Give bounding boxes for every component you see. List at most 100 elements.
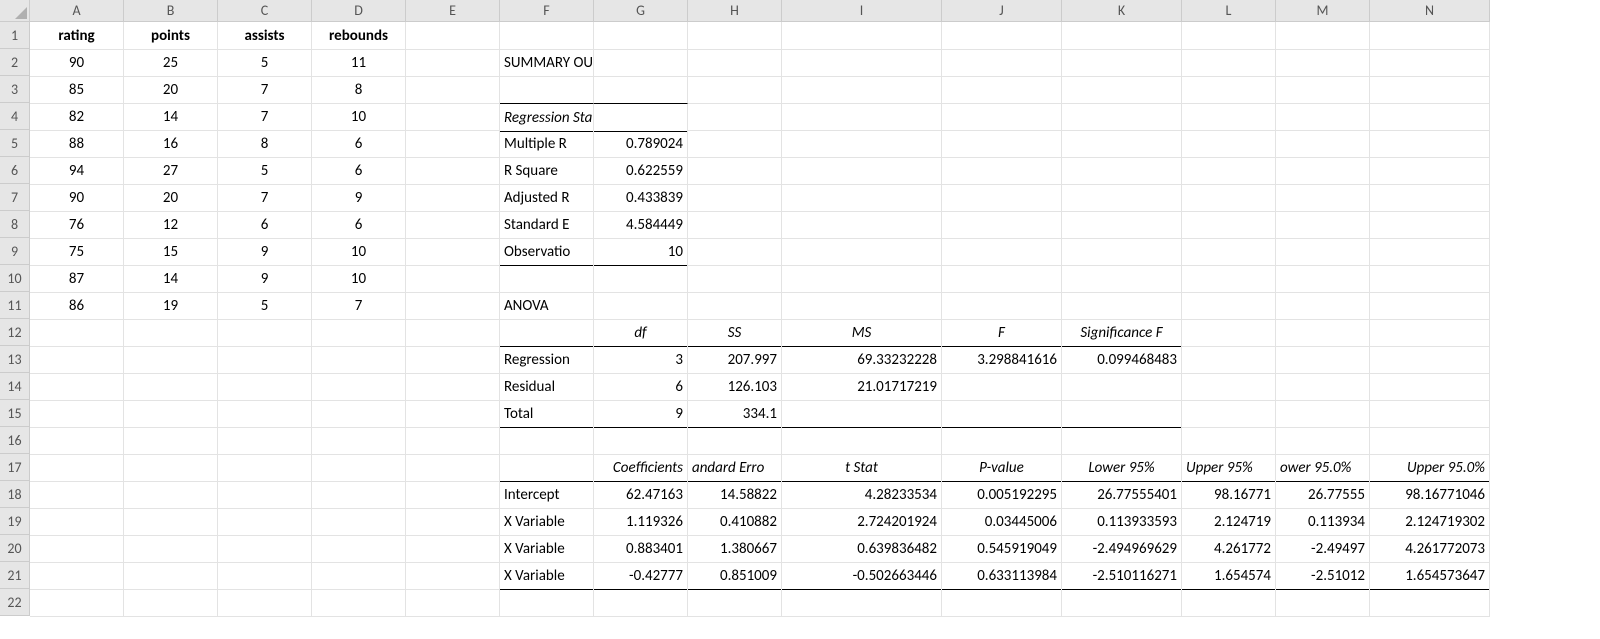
cell-F19[interactable]: X Variable bbox=[500, 508, 594, 536]
cell-C19[interactable] bbox=[218, 508, 312, 536]
cell-E17[interactable] bbox=[406, 454, 500, 482]
column-header[interactable]: N bbox=[1370, 0, 1490, 22]
column-header[interactable]: B bbox=[124, 0, 218, 22]
column-header[interactable]: H bbox=[688, 0, 782, 22]
cell-E10[interactable] bbox=[406, 265, 500, 293]
cell-M15[interactable] bbox=[1276, 400, 1370, 428]
cell-D12[interactable] bbox=[312, 319, 406, 347]
cell-I20[interactable]: 0.639836482 bbox=[782, 535, 942, 563]
cell-N14[interactable] bbox=[1370, 373, 1490, 401]
cell-M4[interactable] bbox=[1276, 103, 1370, 131]
cell-A1[interactable]: rating bbox=[30, 22, 124, 50]
cell-K5[interactable] bbox=[1062, 130, 1182, 158]
cell-F15[interactable]: Total bbox=[500, 400, 594, 428]
cell-G10[interactable] bbox=[594, 265, 688, 293]
cell-G8[interactable]: 4.584449 bbox=[594, 211, 688, 239]
cell-G17[interactable]: Coefficients bbox=[594, 454, 688, 482]
cell-E1[interactable] bbox=[406, 22, 500, 50]
cell-D6[interactable]: 6 bbox=[312, 157, 406, 185]
cell-F18[interactable]: Intercept bbox=[500, 481, 594, 509]
row-header[interactable]: 13 bbox=[0, 346, 30, 373]
cell-M22[interactable] bbox=[1276, 589, 1370, 617]
cell-L8[interactable] bbox=[1182, 211, 1276, 239]
row-header[interactable]: 14 bbox=[0, 373, 30, 400]
cell-D3[interactable]: 8 bbox=[312, 76, 406, 104]
cell-M3[interactable] bbox=[1276, 76, 1370, 104]
cell-C15[interactable] bbox=[218, 400, 312, 428]
cell-G20[interactable]: 0.883401 bbox=[594, 535, 688, 563]
cell-N22[interactable] bbox=[1370, 589, 1490, 617]
cell-N3[interactable] bbox=[1370, 76, 1490, 104]
cell-L1[interactable] bbox=[1182, 22, 1276, 50]
cell-K17[interactable]: Lower 95% bbox=[1062, 454, 1182, 482]
cell-F7[interactable]: Adjusted R bbox=[500, 184, 594, 212]
cell-H3[interactable] bbox=[688, 76, 782, 104]
cell-E18[interactable] bbox=[406, 481, 500, 509]
cell-A20[interactable] bbox=[30, 535, 124, 563]
cell-M7[interactable] bbox=[1276, 184, 1370, 212]
cell-J16[interactable] bbox=[942, 427, 1062, 455]
cell-C22[interactable] bbox=[218, 589, 312, 617]
cell-K14[interactable] bbox=[1062, 373, 1182, 401]
cell-K20[interactable]: -2.494969629 bbox=[1062, 535, 1182, 563]
cell-G19[interactable]: 1.119326 bbox=[594, 508, 688, 536]
cell-C14[interactable] bbox=[218, 373, 312, 401]
cell-B14[interactable] bbox=[124, 373, 218, 401]
cell-C10[interactable]: 9 bbox=[218, 265, 312, 293]
cell-M9[interactable] bbox=[1276, 238, 1370, 266]
cell-N7[interactable] bbox=[1370, 184, 1490, 212]
cell-M12[interactable] bbox=[1276, 319, 1370, 347]
cell-B18[interactable] bbox=[124, 481, 218, 509]
cell-D7[interactable]: 9 bbox=[312, 184, 406, 212]
cell-C11[interactable]: 5 bbox=[218, 292, 312, 320]
cell-N20[interactable]: 4.261772073 bbox=[1370, 535, 1490, 563]
cell-F22[interactable] bbox=[500, 589, 594, 617]
row-header[interactable]: 6 bbox=[0, 157, 30, 184]
cell-C8[interactable]: 6 bbox=[218, 211, 312, 239]
column-header[interactable]: I bbox=[782, 0, 942, 22]
cell-A14[interactable] bbox=[30, 373, 124, 401]
cell-L17[interactable]: Upper 95% bbox=[1182, 454, 1276, 482]
row-header[interactable]: 4 bbox=[0, 103, 30, 130]
cell-B22[interactable] bbox=[124, 589, 218, 617]
cell-M19[interactable]: 0.113934 bbox=[1276, 508, 1370, 536]
cell-M11[interactable] bbox=[1276, 292, 1370, 320]
cell-G14[interactable]: 6 bbox=[594, 373, 688, 401]
cell-C16[interactable] bbox=[218, 427, 312, 455]
cell-I16[interactable] bbox=[782, 427, 942, 455]
cell-L22[interactable] bbox=[1182, 589, 1276, 617]
cell-D19[interactable] bbox=[312, 508, 406, 536]
cell-J2[interactable] bbox=[942, 49, 1062, 77]
cell-G15[interactable]: 9 bbox=[594, 400, 688, 428]
cell-D15[interactable] bbox=[312, 400, 406, 428]
cell-F1[interactable] bbox=[500, 22, 594, 50]
cell-L12[interactable] bbox=[1182, 319, 1276, 347]
cell-M21[interactable]: -2.51012 bbox=[1276, 562, 1370, 590]
cell-A15[interactable] bbox=[30, 400, 124, 428]
cell-H14[interactable]: 126.103 bbox=[688, 373, 782, 401]
cell-I12[interactable]: MS bbox=[782, 319, 942, 347]
cell-D21[interactable] bbox=[312, 562, 406, 590]
cell-I17[interactable]: t Stat bbox=[782, 454, 942, 482]
cell-I9[interactable] bbox=[782, 238, 942, 266]
cell-G6[interactable]: 0.622559 bbox=[594, 157, 688, 185]
cell-L13[interactable] bbox=[1182, 346, 1276, 374]
cell-I13[interactable]: 69.33232228 bbox=[782, 346, 942, 374]
cell-E5[interactable] bbox=[406, 130, 500, 158]
cell-L2[interactable] bbox=[1182, 49, 1276, 77]
cell-D20[interactable] bbox=[312, 535, 406, 563]
cell-J3[interactable] bbox=[942, 76, 1062, 104]
cell-K13[interactable]: 0.099468483 bbox=[1062, 346, 1182, 374]
cell-L4[interactable] bbox=[1182, 103, 1276, 131]
cell-J17[interactable]: P-value bbox=[942, 454, 1062, 482]
cell-C2[interactable]: 5 bbox=[218, 49, 312, 77]
cell-J9[interactable] bbox=[942, 238, 1062, 266]
spreadsheet-grid[interactable]: ABCDEFGHIJKLMN1ratingpointsassistsreboun… bbox=[0, 0, 1600, 616]
cell-N11[interactable] bbox=[1370, 292, 1490, 320]
cell-M8[interactable] bbox=[1276, 211, 1370, 239]
cell-G3[interactable] bbox=[594, 76, 688, 104]
cell-L9[interactable] bbox=[1182, 238, 1276, 266]
cell-G18[interactable]: 62.47163 bbox=[594, 481, 688, 509]
cell-I21[interactable]: -0.502663446 bbox=[782, 562, 942, 590]
cell-H2[interactable] bbox=[688, 49, 782, 77]
